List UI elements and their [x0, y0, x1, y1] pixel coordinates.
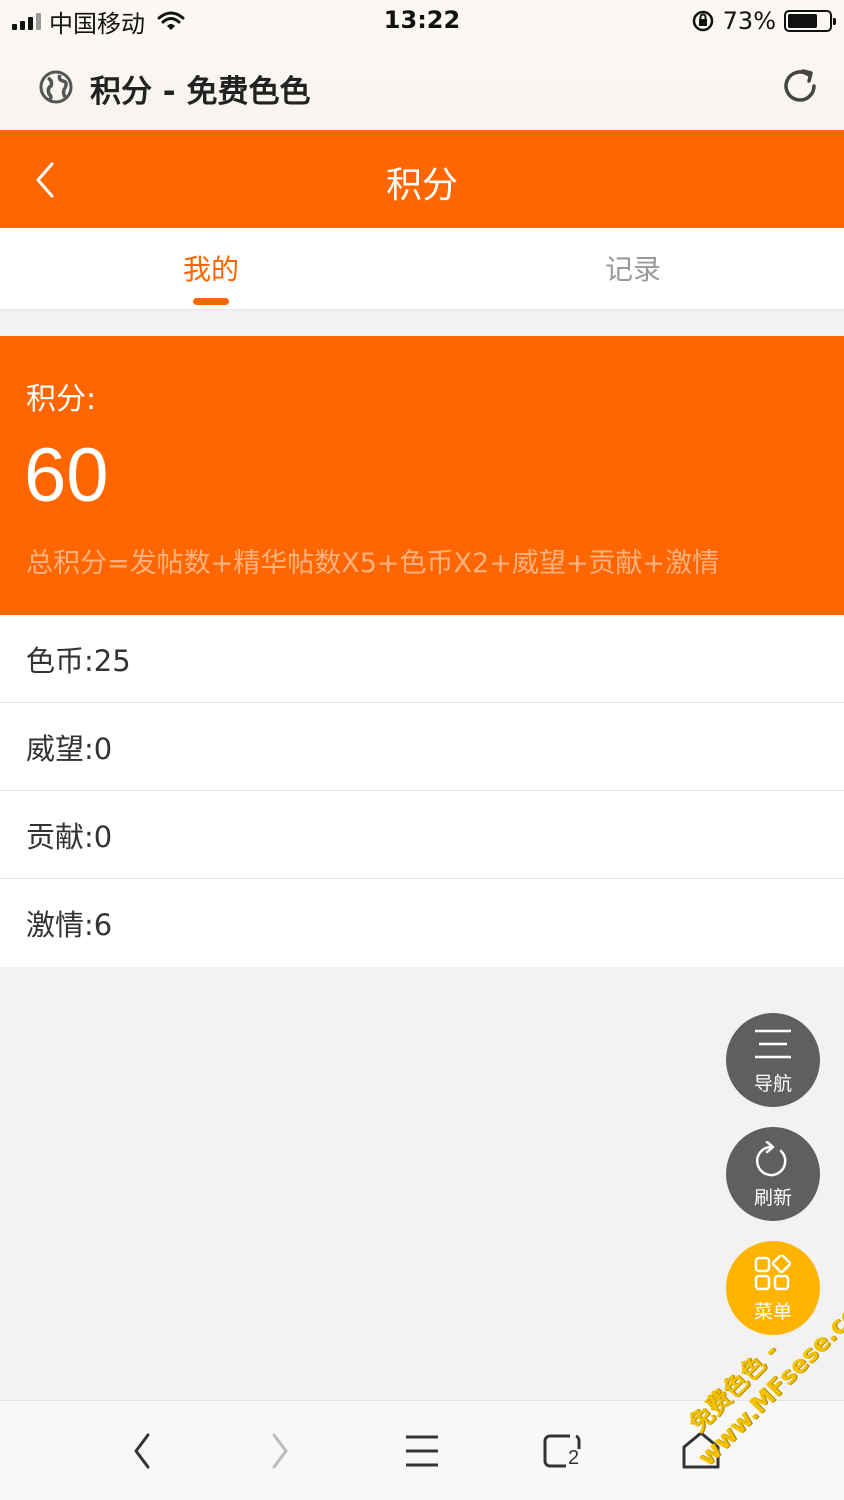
reload-icon[interactable]: [780, 66, 820, 106]
battery-icon: [784, 10, 836, 32]
status-right: 73%: [691, 6, 836, 36]
battery-level: [788, 14, 818, 28]
status-bar: 中国移动 13:22 73%: [0, 0, 844, 44]
carrier-name: 中国移动: [49, 9, 145, 38]
score-value: 60: [24, 433, 109, 518]
grid-menu-icon: [754, 1255, 792, 1291]
header-title: 积分: [385, 165, 458, 206]
refresh-button[interactable]: 刷新: [726, 1127, 820, 1221]
list-item-coins: 色币:25: [0, 615, 844, 703]
score-formula: 总积分=发帖数+精华帖数X5+色币X2+威望+贡献+激情: [26, 548, 720, 579]
refresh-icon: [755, 1141, 787, 1177]
list-item-contribution: 贡献:0: [0, 791, 844, 879]
browser-url-bar: 积分 - 免费色色: [0, 44, 844, 130]
tab-mine[interactable]: 我的: [0, 248, 422, 288]
nav-button[interactable]: 导航: [726, 1013, 820, 1107]
list-item-prestige: 威望:0: [0, 703, 844, 791]
hamburger-icon: [755, 1029, 791, 1059]
tab-records[interactable]: 记录: [422, 248, 844, 288]
refresh-button-label: 刷新: [753, 1187, 792, 1209]
wifi-icon: [157, 11, 185, 30]
menu-icon[interactable]: [404, 1429, 440, 1473]
app-header: 积分: [0, 130, 844, 228]
orientation-lock-icon: [692, 10, 713, 32]
nav-button-label: 导航: [753, 1073, 792, 1095]
forward-icon[interactable]: [266, 1429, 296, 1473]
globe-icon: [39, 70, 73, 104]
back-icon[interactable]: [126, 1429, 156, 1473]
tabs-count: 2: [568, 1447, 580, 1469]
list-item-passion: 激情:6: [26, 908, 113, 942]
status-left: 中国移动: [12, 6, 185, 38]
tabs-button[interactable]: 2: [542, 1429, 582, 1473]
tab-bar: 我的 记录: [0, 228, 844, 310]
signal-icon: [12, 12, 41, 30]
page-title: 积分 - 免费色色: [90, 74, 311, 110]
stats-list: 色币:25 威望:0 贡献:0 激情:6: [0, 615, 844, 967]
score-card: 积分: 60 总积分=发帖数+精华帖数X5+色币X2+威望+贡献+激情: [0, 336, 844, 615]
active-tab-indicator: [193, 298, 229, 305]
score-label: 积分:: [26, 382, 97, 417]
battery-percent: 73%: [722, 7, 776, 35]
